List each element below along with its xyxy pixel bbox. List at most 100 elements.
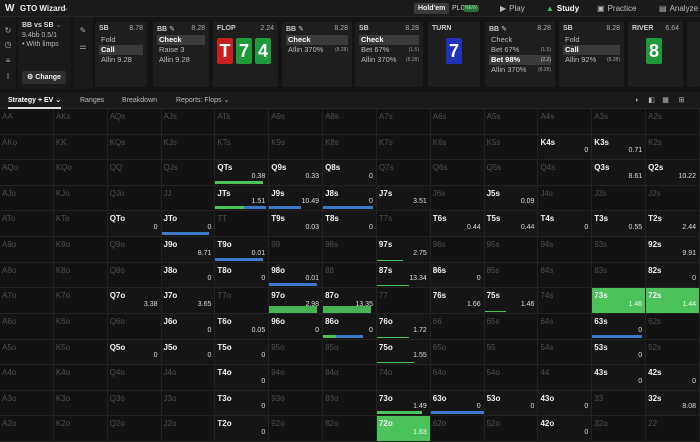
hand-cell[interactable]: A9s — [269, 109, 324, 135]
hand-cell[interactable]: A6o — [0, 313, 54, 340]
action-option-selected[interactable]: Check — [359, 35, 419, 45]
hand-cell[interactable]: Q7s — [376, 160, 431, 186]
hand-cell[interactable]: 42o 0 — [538, 416, 593, 442]
hand-cell[interactable]: Q8s 0 — [323, 160, 377, 186]
hand-cell[interactable]: 85s — [484, 262, 539, 289]
hand-cell[interactable]: Q5s — [484, 160, 539, 186]
hand-cell[interactable]: 52s — [646, 339, 700, 366]
hand-cell[interactable]: QJs — [161, 160, 216, 186]
hand-cell[interactable]: K7s — [376, 134, 431, 161]
hand-cell[interactable]: 54s — [538, 339, 593, 366]
hand-cell[interactable]: 32s 8.08 — [646, 390, 700, 417]
hand-cell[interactable]: K3o — [53, 390, 108, 417]
flop-board[interactable]: FLOP 2.24 T 7 4 — [213, 22, 278, 87]
hand-cell[interactable]: K4s 0 — [538, 134, 593, 161]
hand-cell[interactable]: A4o — [0, 365, 54, 391]
hand-cell[interactable]: JJ — [161, 185, 216, 212]
hand-cell[interactable]: KQo — [53, 160, 108, 186]
hand-cell[interactable]: 99 — [269, 237, 324, 263]
hand-cell[interactable]: J4o — [161, 365, 216, 391]
hand-cell[interactable]: Q2s 10.22 — [646, 160, 700, 186]
action-card-bb-1[interactable]: BB ✎ 8.28 Check Raise 3 Allin 9.28 — [153, 22, 209, 87]
tab-reports[interactable]: Reports: Flops ⌄ — [176, 92, 229, 109]
action-card-sb-3[interactable]: SB 8.28 Fold Call Allin 92% (8.28) — [559, 22, 624, 87]
hand-cell[interactable]: T5o 0 — [215, 339, 270, 366]
hand-cell[interactable]: 43o 0 — [538, 390, 593, 417]
action-option[interactable]: Bet 67% (1.5) — [359, 45, 419, 55]
action-option-selected[interactable]: Check — [286, 35, 348, 45]
action-option[interactable]: Allin 9.28 — [157, 55, 205, 65]
hand-cell[interactable]: 74s — [538, 288, 593, 314]
hand-cell[interactable]: T9s 0.03 — [269, 211, 324, 238]
hand-cell[interactable]: 77 — [376, 288, 431, 314]
hand-cell[interactable]: T7s — [376, 211, 431, 238]
hand-cell[interactable]: A2s — [646, 109, 700, 135]
action-card-sb-1[interactable]: SB 8.78 Fold Call Allin 9.28 — [95, 22, 147, 87]
tab-strategy-ev[interactable]: Strategy + EV ⌄ — [8, 92, 62, 109]
hand-cell[interactable]: 92o — [269, 416, 324, 442]
hand-cell[interactable]: 92s 9.91 — [646, 237, 700, 263]
nav-play[interactable]: ▶ Play — [500, 0, 525, 17]
text-cursor-icon[interactable]: I — [4, 73, 12, 81]
hand-cell[interactable]: J3s — [592, 185, 647, 212]
hand-cell[interactable]: 96o 0 — [269, 313, 324, 340]
hand-cell[interactable]: 87s 13.34 — [376, 262, 431, 289]
change-button[interactable]: ⚙ Change — [22, 71, 66, 84]
hand-cell[interactable]: KQs — [107, 134, 162, 161]
hand-cell[interactable]: J6s — [430, 185, 485, 212]
hand-cell[interactable]: J3o — [161, 390, 216, 417]
hand-cell[interactable]: J7o 3.65 — [161, 288, 216, 314]
hand-cell[interactable]: Q8o — [107, 262, 162, 289]
hand-cell[interactable]: J8o 0 — [161, 262, 216, 289]
hand-cell[interactable]: 86s 0 — [430, 262, 485, 289]
hand-cell[interactable]: J8s 0 — [323, 185, 377, 212]
hand-cell[interactable]: J5o 0 — [161, 339, 216, 366]
action-option[interactable]: Allin 9.28 — [99, 55, 143, 65]
hand-cell[interactable]: T8s 0 — [323, 211, 377, 238]
hand-cell[interactable]: K7o — [53, 288, 108, 314]
hand-cell[interactable]: AKo — [0, 134, 54, 161]
hand-cell[interactable]: 86o 0 — [323, 313, 377, 340]
hand-cell[interactable]: 33 — [592, 390, 647, 417]
hand-cell[interactable]: 44 — [538, 365, 593, 391]
action-option[interactable]: Allin 92% (8.28) — [563, 55, 620, 65]
hand-cell[interactable]: J9s 10.49 — [269, 185, 324, 212]
action-card-bb-3[interactable]: BB ✎ 8.28 Check Bet 67% (1.5) Bet 98% (2.2)… — [485, 22, 555, 87]
hand-cell[interactable]: KTs — [215, 134, 270, 161]
hand-cell[interactable]: A3s — [592, 109, 647, 135]
hand-cell[interactable]: Q2o — [107, 416, 162, 442]
hand-cell[interactable]: TT — [215, 211, 270, 238]
turn-board[interactable]: TURN 7 — [428, 22, 480, 87]
hand-cell[interactable]: 62s — [646, 313, 700, 340]
holdem-toggle[interactable]: Hold'em — [414, 3, 450, 14]
tab-breakdown[interactable]: Breakdown — [122, 92, 157, 109]
hand-cell[interactable]: K6s — [430, 134, 485, 161]
hand-cell[interactable]: 64o — [430, 365, 485, 391]
hand-cell[interactable]: 63o 0 — [430, 390, 485, 417]
clock-icon[interactable]: ◷ — [4, 41, 12, 49]
hand-cell[interactable]: AA — [0, 109, 54, 135]
hand-cell[interactable]: 42s 0 — [646, 365, 700, 391]
hand-cell[interactable]: KJs — [161, 134, 216, 161]
hand-cell[interactable]: T6o 0.05 — [215, 313, 270, 340]
hand-cell[interactable]: 84o — [323, 365, 377, 391]
hand-cell[interactable]: J7s 3.51 — [376, 185, 431, 212]
hand-cell[interactable]: 63s 0 — [592, 313, 647, 340]
hand-cell[interactable]: 73s 1.46 — [592, 288, 647, 314]
hand-cell[interactable]: J2o — [161, 416, 216, 442]
hand-cell[interactable]: 53o 0 — [484, 390, 539, 417]
action-card-bb-2[interactable]: BB ✎ 8.28 Check Allin 370% (8.28) — [282, 22, 352, 87]
settings-sliders-icon[interactable]: ⚌ — [79, 43, 87, 51]
hand-cell[interactable]: Q6o — [107, 313, 162, 340]
hand-cell[interactable]: KJo — [53, 185, 108, 212]
hand-cell[interactable]: A6s — [430, 109, 485, 135]
hand-cell[interactable]: 94s — [538, 237, 593, 263]
hand-cell[interactable]: 84s — [538, 262, 593, 289]
hand-cell[interactable]: K5o — [53, 339, 108, 366]
hand-cell[interactable]: 52o — [484, 416, 539, 442]
hand-cell[interactable]: 98s — [323, 237, 377, 263]
hand-cell[interactable]: 76s 1.66 — [430, 288, 485, 314]
action-option[interactable]: Allin 370% (8.28) — [286, 45, 348, 55]
hand-cell[interactable]: T5s 0.44 — [484, 211, 539, 238]
chevron-down-icon[interactable]: ⌄ — [55, 22, 61, 29]
